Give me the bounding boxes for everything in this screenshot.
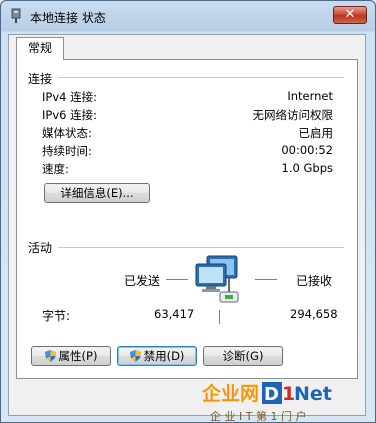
connection-separator (58, 77, 344, 78)
ipv6-value: 无网络访问权限 (252, 108, 334, 122)
activity-separator (58, 247, 344, 248)
svg-text:企业网: 企业网 (201, 382, 259, 405)
bytes-label: 字节: (42, 309, 71, 323)
connection-group-label: 连接 (28, 72, 53, 86)
sent-label: 已发送 (124, 274, 161, 288)
received-label: 已接收 (296, 274, 333, 288)
properties-label: 属性(P) (58, 349, 98, 363)
details-button[interactable]: 详细信息(E)... (44, 183, 150, 203)
media-state-value: 已启用 (298, 126, 334, 140)
ipv4-value: Internet (287, 89, 333, 103)
site-watermark-logo: 企业网 D 1 Net 企 业 I T 第 1 门 户 (201, 382, 332, 423)
svg-text:Net: Net (294, 383, 332, 405)
speed-value: 1.0 Gbps (281, 161, 333, 175)
bytes-received-value: 294,658 (290, 307, 338, 321)
svg-text:D: D (264, 384, 279, 405)
ipv6-label: IPv6 连接: (42, 108, 97, 122)
diagnose-button[interactable]: 诊断(G) (203, 346, 283, 366)
network-connection-icon (11, 8, 21, 23)
duration-label: 持续时间: (42, 144, 92, 158)
duration-value: 00:00:52 (281, 143, 333, 157)
close-button[interactable]: ✕ (333, 6, 367, 24)
network-computers-icon (195, 255, 239, 303)
speed-label: 速度: (42, 162, 69, 176)
activity-group-label: 活动 (28, 241, 53, 255)
bytes-divider (219, 310, 220, 324)
svg-text:企 业 I T 第 1 门 户: 企 业 I T 第 1 门 户 (210, 409, 306, 423)
uac-shield-icon (44, 350, 56, 362)
sent-line (166, 279, 188, 280)
bytes-sent-value: 63,417 (154, 307, 195, 321)
disable-button[interactable]: 禁用(D) (117, 346, 197, 366)
uac-shield-icon (129, 350, 141, 362)
tab-general[interactable]: 常规 (16, 37, 64, 60)
disable-label: 禁用(D) (143, 349, 185, 363)
window-title: 本地连接 状态 (30, 11, 106, 25)
title-bar[interactable]: 本地连接 状态 ✕ (0, 0, 376, 32)
ipv4-label: IPv4 连接: (42, 90, 97, 104)
properties-button[interactable]: 属性(P) (31, 346, 111, 366)
received-line (255, 279, 277, 280)
media-state-label: 媒体状态: (42, 126, 92, 140)
